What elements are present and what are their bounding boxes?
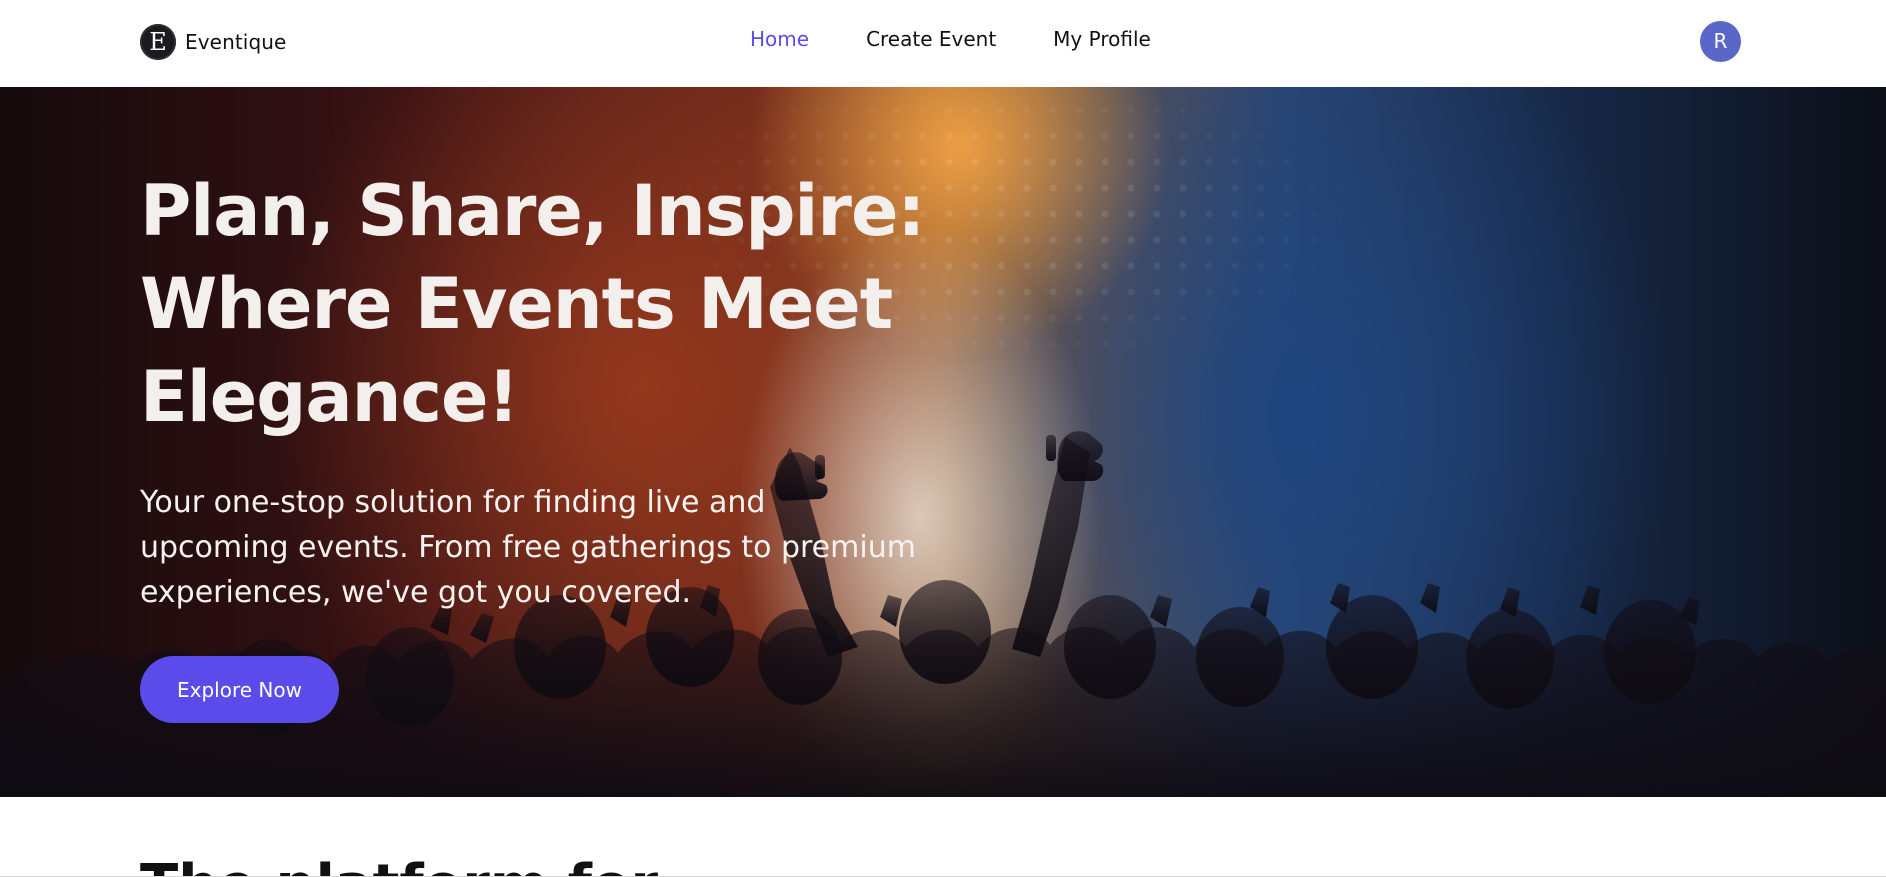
- hero-title-line: Elegance!: [140, 356, 519, 438]
- hero-subtitle: Your one-stop solution for finding live …: [140, 480, 940, 615]
- hero-subtitle-line: Your one-stop solution for finding live …: [140, 485, 766, 520]
- main-nav: Home Create Event My Profile: [750, 27, 1208, 51]
- hero-title: Plan, Share, Inspire: Where Events Meet …: [140, 165, 1000, 444]
- hero-subtitle-line: experiences, we've got you covered.: [140, 575, 692, 610]
- platform-section: The platform for: [0, 797, 1886, 876]
- brand-logo-icon: E: [140, 24, 176, 60]
- hero-title-line: Where Events Meet: [140, 263, 893, 345]
- nav-link-my-profile[interactable]: My Profile: [1053, 27, 1151, 51]
- brand-link[interactable]: E Eventique: [140, 24, 286, 60]
- nav-link-create-event[interactable]: Create Event: [866, 27, 996, 51]
- hero-banner: Plan, Share, Inspire: Where Events Meet …: [0, 87, 1886, 797]
- hero-subtitle-line: upcoming events. From free gatherings to…: [140, 530, 916, 565]
- top-navbar: E Eventique Home Create Event My Profile…: [0, 0, 1886, 87]
- hero-title-line: Plan, Share, Inspire:: [140, 170, 925, 252]
- user-avatar[interactable]: R: [1700, 21, 1741, 62]
- section-heading: The platform for: [140, 858, 658, 877]
- nav-link-home[interactable]: Home: [750, 27, 809, 51]
- brand-name: Eventique: [185, 30, 287, 54]
- explore-now-button[interactable]: Explore Now: [140, 656, 339, 723]
